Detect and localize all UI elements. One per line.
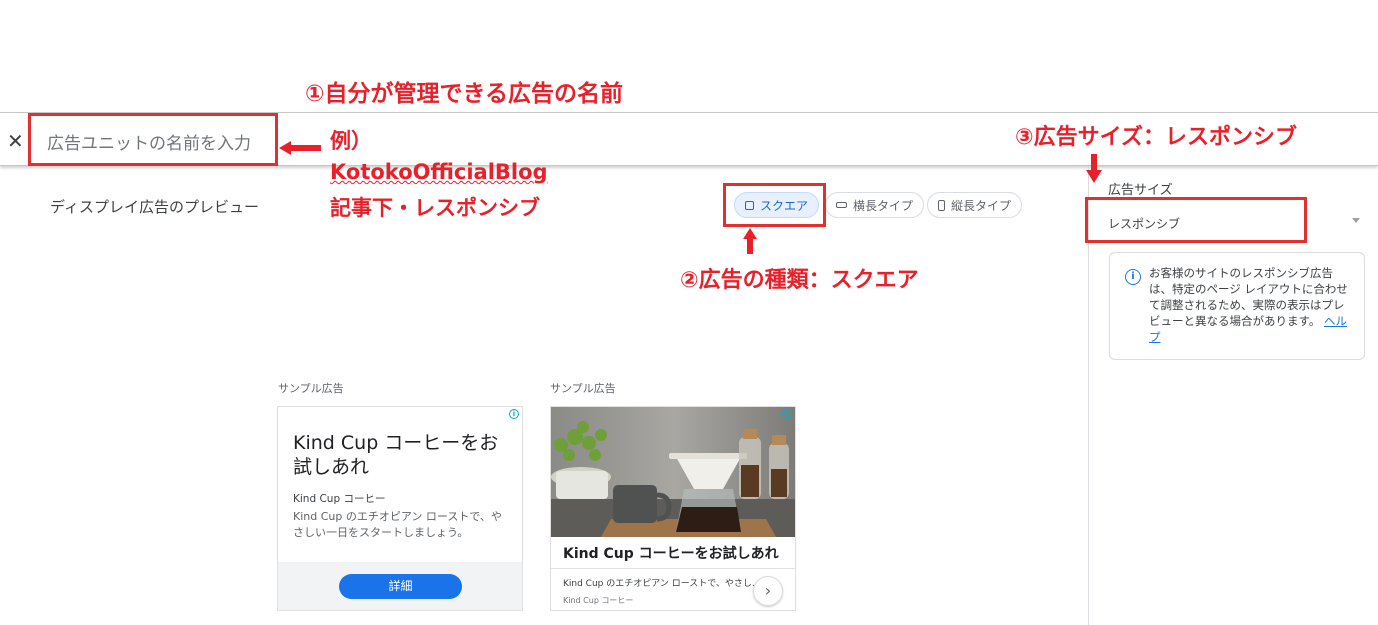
adchoices-icon[interactable]: i bbox=[782, 409, 792, 419]
ad-description: Kind Cup のエチオピアン ローストで、やさし... bbox=[563, 579, 761, 589]
landscape-rect-icon bbox=[836, 202, 847, 208]
ad-advertiser: Kind Cup コーヒー bbox=[563, 596, 634, 605]
coffee-photo bbox=[551, 407, 795, 537]
caret-down-icon bbox=[1352, 218, 1360, 223]
annotation-box-name-input bbox=[28, 113, 278, 166]
ad-footer: 詳細 bbox=[278, 562, 522, 610]
info-box: i お客様のサイトのレスポンシブ広告は、特定のページ レイアウトに合わせて調整さ… bbox=[1109, 252, 1365, 360]
ad-size-label: 広告サイズ bbox=[1108, 183, 1173, 198]
ad-description: Kind Cup のエチオピアン ローストで、やさしい一日をスタートしましょう。 bbox=[293, 510, 502, 539]
annotation-arrow-up-icon bbox=[743, 228, 757, 254]
chip-landscape[interactable]: 横長タイプ bbox=[825, 192, 925, 218]
annotation-box-chip bbox=[723, 183, 826, 227]
annotation-arrow-left-icon bbox=[279, 141, 321, 155]
info-icon: i bbox=[1125, 269, 1141, 285]
ad-advertiser: Kind Cup コーヒー bbox=[293, 493, 386, 505]
ad-label-2: サンプル広告 bbox=[550, 382, 616, 395]
annotation-type-note: ②広告の種類：スクエア bbox=[680, 268, 919, 293]
annotation-box-size bbox=[1085, 197, 1307, 243]
annotation-arrow-down-icon bbox=[1086, 154, 1102, 183]
chip-portrait-label: 縦長タイプ bbox=[951, 198, 1012, 213]
annotation-size-note: ③広告サイズ：レスポンシブ bbox=[1015, 125, 1297, 150]
close-icon[interactable]: ✕ bbox=[7, 129, 24, 153]
chip-portrait[interactable]: 縦長タイプ bbox=[927, 192, 1023, 218]
info-message: お客様のサイトのレスポンシブ広告は、特定のページ レイアウトに合わせて調整される… bbox=[1149, 266, 1348, 328]
sample-ad-card-image[interactable]: i Kind Cup コーヒーをお試しあれ Kind Cup のエチオピアン ロ… bbox=[550, 406, 796, 611]
annotation-example-placement: 記事下・レスポンシブ bbox=[330, 196, 540, 220]
preview-title: ディスプレイ広告のプレビュー bbox=[50, 198, 259, 216]
ad-label-1: サンプル広告 bbox=[278, 382, 344, 395]
annotation-name-title: ①自分が管理できる広告の名前 bbox=[305, 81, 624, 107]
ad-divider bbox=[551, 568, 795, 569]
ad-headline: Kind Cup コーヒーをお試しあれ bbox=[563, 546, 779, 562]
annotation-example-prefix: 例） bbox=[330, 129, 372, 153]
chevron-right-icon[interactable]: › bbox=[753, 576, 783, 606]
adchoices-icon[interactable]: i bbox=[509, 409, 519, 419]
details-button[interactable]: 詳細 bbox=[339, 574, 462, 599]
ad-headline: Kind Cup コーヒーをお試しあれ bbox=[293, 432, 499, 478]
portrait-rect-icon bbox=[938, 199, 945, 211]
annotation-example-site: KotokoOfficialBlog bbox=[330, 160, 548, 184]
info-text: お客様のサイトのレスポンシブ広告は、特定のページ レイアウトに合わせて調整される… bbox=[1149, 265, 1354, 345]
page: ①自分が管理できる広告の名前 ✕ 例） KotokoOfficialBlog 記… bbox=[0, 0, 1378, 625]
sample-ad-card-text[interactable]: i Kind Cup コーヒーをお試しあれ Kind Cup コーヒー Kind… bbox=[277, 406, 523, 611]
chip-landscape-label: 横長タイプ bbox=[853, 198, 914, 213]
